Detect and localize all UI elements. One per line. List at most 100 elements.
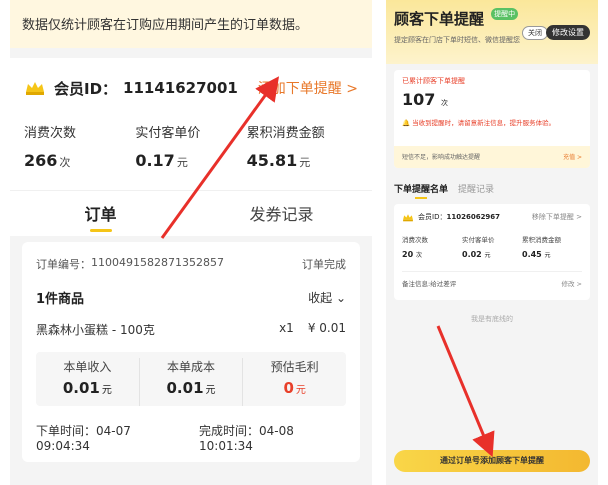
order-card: 订单编号： 1100491582871352857 订单完成 1件商品 收起 ⌄…: [22, 242, 360, 462]
tab-underline: [415, 197, 427, 199]
entry-member-row: 会员ID： 11026062967 移除下单提醒 >: [402, 212, 582, 222]
tab-label: 下单提醒名单: [394, 185, 449, 195]
tab-label: 订单: [84, 205, 117, 224]
reminder-entry-card: 会员ID： 11026062967 移除下单提醒 > 消费次数 20 次 实付客单…: [394, 204, 590, 300]
reminder-header: 顾客下单提醒 提醒中 关闭 修改设置 提定顾客在门店下单时短信、微信提醒您: [386, 0, 598, 64]
notice-banner: 数据仅统计顾客在订购应用期间产生的订单数据。: [10, 0, 372, 48]
entry-stat-unit: 次: [415, 252, 422, 259]
order-header: 订单编号： 1100491582871352857 订单完成: [36, 256, 346, 272]
stat-unit: 元: [299, 156, 311, 169]
recharge-link[interactable]: 充值 >: [563, 152, 582, 161]
add-by-order-number-button[interactable]: 通过订单号添加顾客下单提醒: [394, 450, 590, 472]
stat-avg-price: 实付客单价 0.17 元: [135, 122, 246, 170]
summary-label: 预估毛利: [270, 360, 319, 374]
item-row: 黑森林小蛋糕 - 100克 x1 ¥ 0.01: [36, 321, 346, 338]
count-unit: 次: [440, 99, 448, 107]
tab-label: 发券记录: [249, 205, 314, 224]
entry-stat-value: 0.45: [522, 250, 542, 259]
summary-unit: 元: [101, 385, 112, 396]
entry-stat: 累积消费金额 0.45 元: [522, 234, 582, 259]
reminder-title: 顾客下单提醒: [394, 10, 485, 28]
stat-label: 实付客单价: [135, 126, 201, 141]
finish-time: 完成时间：04-08 10:01:34: [199, 424, 294, 453]
crown-icon: [402, 213, 414, 222]
sms-notice: 短信不足，影响成功触达提醒 充值 >: [394, 146, 590, 168]
close-reminder-button[interactable]: 关闭: [522, 26, 548, 40]
summary-label: 本单成本: [167, 360, 216, 374]
order-tabs: 订单 发券记录: [10, 190, 372, 236]
stat-unit: 次: [59, 156, 71, 169]
entry-stat-label: 累积消费金额: [522, 236, 561, 244]
stat-label: 消费次数: [24, 126, 77, 141]
member-stats: 消费次数 266 次 实付客单价 0.17 元 累积消费金额 45.81 元: [24, 122, 358, 170]
tab-reminder-records[interactable]: 提醒记录: [458, 182, 494, 195]
remove-reminder-link[interactable]: 移除下单提醒 >: [532, 212, 582, 222]
item-name: 黑森林小蛋糕 - 100克: [36, 323, 155, 337]
entry-member-label: 会员ID：: [418, 213, 447, 221]
collapse-toggle[interactable]: 收起 ⌄: [308, 289, 346, 306]
entry-member-id: 11026062967: [446, 213, 501, 221]
tip-text: 当收到提醒时，请留意新注信息，提升服务体验。: [412, 119, 556, 127]
summary-label: 本单收入: [63, 360, 112, 374]
goods-count: 1件商品: [36, 292, 85, 307]
stat-value: 45.81: [246, 151, 298, 170]
tab-reminder-list[interactable]: 下单提醒名单: [394, 182, 449, 199]
member-id-value: 11141627001: [123, 79, 238, 97]
item-price: ¥ 0.01: [307, 321, 346, 335]
sms-note: 短信不足，影响成功触达提醒: [402, 154, 481, 161]
summary-unit: 元: [295, 385, 306, 396]
entry-stat: 实付客单价 0.02 元: [462, 234, 522, 259]
summary-margin: 预估毛利 0元: [243, 358, 346, 406]
summary-income: 本单收入 0.01 元: [36, 358, 140, 406]
order-number-label: 订单编号：: [36, 258, 91, 271]
bell-icon: 🔔: [402, 119, 411, 127]
tab-underline: [89, 229, 112, 232]
count-value: 107: [402, 90, 436, 109]
summary-value: 0: [283, 379, 294, 397]
stat-value: 266: [24, 151, 58, 170]
member-id-label: 会员ID：: [54, 79, 118, 98]
entry-stat-unit: 元: [544, 252, 551, 259]
tab-coupon-records[interactable]: 发券记录: [191, 191, 372, 236]
entry-stat-label: 实付客单价: [462, 236, 495, 244]
reminder-tip: 🔔 当收到提醒时，请留意新注信息，提升服务体验。: [402, 117, 582, 127]
member-row: 会员ID： 11141627001 添加下单提醒 >: [24, 76, 358, 100]
order-status: 订单完成: [302, 258, 346, 271]
goods-row: 1件商品 收起 ⌄: [36, 288, 346, 307]
summary-unit: 元: [205, 385, 216, 396]
order-summary: 本单收入 0.01 元 本单成本 0.01 元 预估毛利 0元: [36, 352, 346, 406]
stat-unit: 元: [176, 156, 188, 169]
entry-stat-label: 消费次数: [402, 236, 428, 244]
status-badge: 提醒中: [491, 8, 519, 20]
crown-icon: [24, 80, 46, 96]
stat-value: 0.17: [135, 151, 175, 170]
reminder-panel: 顾客下单提醒 提醒中 关闭 修改设置 提定顾客在门店下单时短信、微信提醒您 已累…: [386, 0, 598, 485]
summary-value: 0.01: [166, 379, 204, 397]
entry-note-row: 备注信息:给过差评 修改 >: [402, 271, 582, 288]
entry-stats: 消费次数 20 次 实付客单价 0.02 元 累积消费金额 0.45 元: [402, 234, 582, 259]
reminder-tabs: 下单提醒名单 提醒记录: [394, 182, 504, 199]
member-card: 会员ID： 11141627001 添加下单提醒 > 消费次数 266 次 实付客…: [10, 58, 372, 190]
edit-note-link[interactable]: 修改 >: [561, 278, 582, 288]
entry-stat-value: 20: [402, 250, 414, 259]
tab-label: 提醒记录: [458, 185, 495, 195]
stat-total-amount: 累积消费金额 45.81 元: [247, 122, 358, 170]
order-detail-panel: 数据仅统计顾客在订购应用期间产生的订单数据。 会员ID： 11141627001…: [10, 0, 372, 485]
entry-note: 备注信息:给过差评: [402, 280, 457, 288]
order-times: 下单时间：04-07 09:04:34 完成时间：04-08 10:01:34: [36, 422, 346, 453]
stat-purchase-count: 消费次数 266 次: [24, 122, 135, 170]
order-time: 下单时间：04-07 09:04:34: [36, 424, 131, 453]
entry-stat-unit: 元: [484, 252, 491, 259]
item-qty: x1: [279, 321, 294, 335]
entry-stat-value: 0.02: [462, 250, 482, 259]
summary-cost: 本单成本 0.01 元: [140, 358, 244, 406]
summary-value: 0.01: [62, 379, 100, 397]
tab-orders[interactable]: 订单: [10, 191, 191, 236]
add-order-reminder-link[interactable]: 添加下单提醒 >: [258, 78, 358, 98]
count-label: 已累计顾客下单提醒: [402, 77, 465, 85]
entry-stat: 消费次数 20 次: [402, 234, 462, 259]
reminder-count-card: 已累计顾客下单提醒 107 次 🔔 当收到提醒时，请留意新注信息，提升服务体验。…: [394, 70, 590, 168]
order-number: 1100491582871352857: [91, 256, 224, 269]
end-of-list-hint: 我是有底线的: [471, 315, 513, 323]
edit-settings-button[interactable]: 修改设置: [546, 25, 590, 40]
